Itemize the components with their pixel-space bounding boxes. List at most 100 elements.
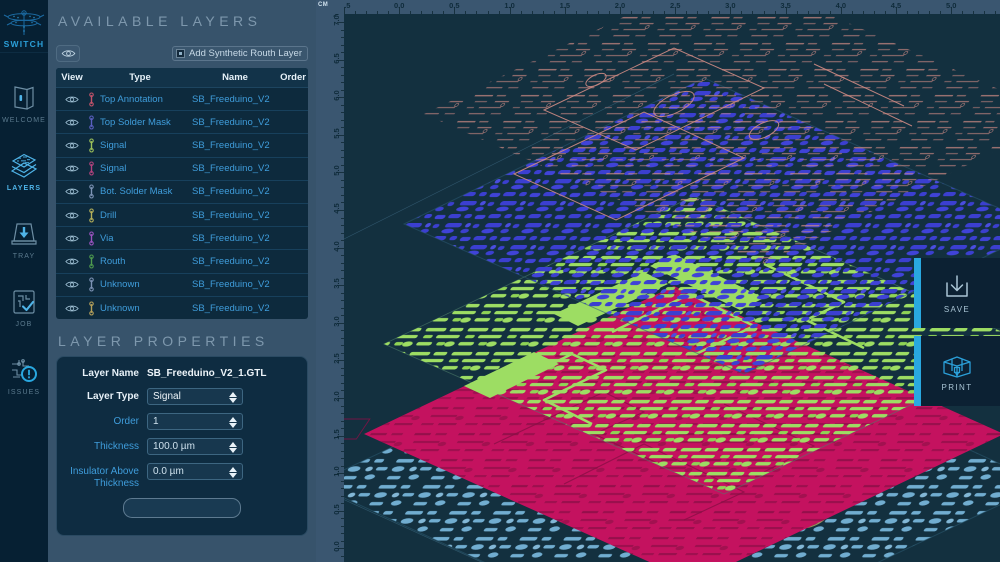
table-row[interactable]: Signal SB_Freeduino_V2 (56, 133, 308, 158)
ruler-tick-minor (465, 10, 467, 14)
stepper-arrows-icon[interactable] (229, 465, 238, 479)
insulator-value: 0.0 µm (153, 466, 184, 478)
row-name-cell: SB_Freeduino_V2 (192, 203, 278, 228)
ruler-tick-label: 2.5 (331, 353, 341, 365)
toggle-all-visibility-button[interactable] (56, 44, 80, 62)
ruler-tick-minor (340, 179, 344, 181)
table-row[interactable]: Via SB_Freeduino_V2 (56, 226, 308, 251)
layers-table-container[interactable]: View Type Name Order Top Annotation SB_Fr… (56, 68, 308, 320)
ruler-tick-minor (575, 10, 577, 14)
row-visibility-toggle[interactable] (56, 203, 88, 228)
thickness-stepper-input[interactable]: 100.0 µm (147, 438, 243, 456)
table-row[interactable]: Top Annotation SB_Freeduino_V2 (56, 87, 308, 112)
sidebar-item-welcome[interactable]: WELCOME (0, 69, 48, 137)
row-order-cell (278, 296, 308, 319)
ruler-tick-minor (873, 10, 875, 14)
layer-type-select[interactable]: Signal (147, 388, 243, 406)
pcb-canvas[interactable] (344, 14, 1000, 562)
stepper-arrows-icon[interactable] (229, 440, 238, 454)
save-accent-bar (914, 258, 921, 328)
ruler-tick-minor (340, 44, 344, 46)
ruler-tick-minor (340, 187, 344, 189)
ruler-tick-label: 0.0 (393, 1, 405, 10)
row-type-cell: Bot. Solder Mask (88, 180, 192, 204)
ruler-tick-minor (340, 465, 344, 467)
row-visibility-toggle[interactable] (56, 226, 88, 251)
table-row[interactable]: Bot. Solder Mask SB_Freeduino_V2 (56, 180, 308, 204)
column-header-type: Type (88, 68, 192, 88)
ruler-tick-minor (340, 277, 344, 279)
order-stepper-input[interactable]: 1 (147, 413, 243, 431)
ruler-tick-minor (355, 10, 357, 14)
row-order-cell (278, 87, 308, 112)
row-visibility-toggle[interactable] (56, 249, 88, 274)
table-row[interactable]: Signal SB_Freeduino_V2 (56, 157, 308, 181)
add-synthetic-routh-layer-button[interactable]: Add Synthetic Routh Layer (171, 45, 308, 61)
ruler-tick-minor (697, 10, 699, 14)
field-thickness: Thickness 100.0 µm (57, 438, 307, 456)
insulator-stepper-input[interactable]: 0.0 µm (147, 463, 243, 481)
eye-icon[interactable] (65, 234, 79, 243)
ruler-tick-label: 4.0 (835, 1, 847, 10)
sidebar-item-tray[interactable]: TRAY (0, 205, 48, 273)
sidebar-item-label: JOB (15, 320, 33, 328)
eye-icon[interactable] (65, 187, 79, 196)
row-name-cell: SB_Freeduino_V2 (192, 249, 278, 274)
row-visibility-toggle[interactable] (56, 87, 88, 112)
table-row[interactable]: Drill SB_Freeduino_V2 (56, 203, 308, 228)
ruler-tick-minor (973, 10, 975, 14)
brand-logo[interactable]: SWITCH (0, 0, 48, 52)
row-visibility-toggle[interactable] (56, 180, 88, 204)
ruler-tick-minor (340, 300, 344, 302)
table-row[interactable]: Top Solder Mask SB_Freeduino_V2 (56, 110, 308, 135)
ruler-tick-minor (631, 10, 633, 14)
row-visibility-toggle[interactable] (56, 157, 88, 181)
horizontal-ruler[interactable]: -0.50.00.51.01.52.02.53.03.54.04.55.05.5… (316, 0, 1000, 14)
ruler-unit-label[interactable]: CM (316, 0, 344, 14)
ruler-unit-text: CM (318, 2, 329, 8)
ruler-tick-minor (340, 345, 344, 347)
stepper-arrows-icon[interactable] (229, 390, 238, 404)
eye-icon[interactable] (65, 95, 79, 104)
stepper-arrows-icon[interactable] (229, 415, 238, 429)
ruler-tick-minor (340, 225, 344, 227)
table-row[interactable]: Unknown SB_Freeduino_V2 (56, 273, 308, 297)
ruler-tick-minor (340, 262, 344, 264)
layer-color-indicator-icon (89, 277, 94, 292)
row-order-cell (278, 157, 308, 181)
row-name-cell: SB_Freeduino_V2 (192, 180, 278, 204)
row-visibility-toggle[interactable] (56, 110, 88, 135)
row-visibility-toggle[interactable] (56, 296, 88, 319)
eye-icon[interactable] (65, 304, 79, 313)
eye-icon[interactable] (65, 118, 79, 127)
table-row[interactable]: Unknown SB_Freeduino_V2 (56, 296, 308, 319)
sidebar-item-issues[interactable]: ISSUES (0, 341, 48, 409)
properties-action-button[interactable] (123, 498, 241, 519)
eye-icon[interactable] (65, 141, 79, 150)
vertical-ruler[interactable]: 7.0 6.5 6.0 5.5 5.0 4.5 4.0 3.5 3.0 2.5 2.0 1.5 1.0 0… (316, 0, 344, 562)
save-button[interactable]: SAVE (914, 258, 1000, 328)
ruler-tick-minor (962, 10, 964, 14)
row-visibility-toggle[interactable] (56, 133, 88, 158)
eye-icon[interactable] (65, 280, 79, 289)
ruler-tick-label: 4.0 (331, 240, 341, 252)
print-button[interactable]: PRINT (914, 336, 1000, 406)
eye-icon[interactable] (65, 164, 79, 173)
ruler-tick-label: 0.0 (331, 541, 341, 553)
column-header-order: Order (278, 68, 308, 88)
table-row[interactable]: Routh SB_Freeduino_V2 (56, 249, 308, 274)
sidebar-item-layers[interactable]: LAYERS (0, 137, 48, 205)
ruler-tick-minor (340, 255, 344, 257)
sidebar-item-job[interactable]: JOB (0, 273, 48, 341)
available-layers-title: AVAILABLE LAYERS (48, 0, 316, 30)
eye-icon[interactable] (65, 211, 79, 220)
ruler-tick-minor (340, 367, 344, 369)
rail-divider (0, 52, 48, 53)
ruler-tick-label: 3.5 (331, 278, 341, 289)
order-value: 1 (153, 416, 159, 428)
row-visibility-toggle[interactable] (56, 273, 88, 297)
printer-3d-icon (943, 356, 971, 378)
pcb-3d-viewport[interactable]: -0.50.00.51.01.52.02.53.03.54.04.55.05.5… (316, 0, 1000, 562)
row-type-label: Unknown (100, 279, 140, 291)
eye-icon[interactable] (65, 257, 79, 266)
